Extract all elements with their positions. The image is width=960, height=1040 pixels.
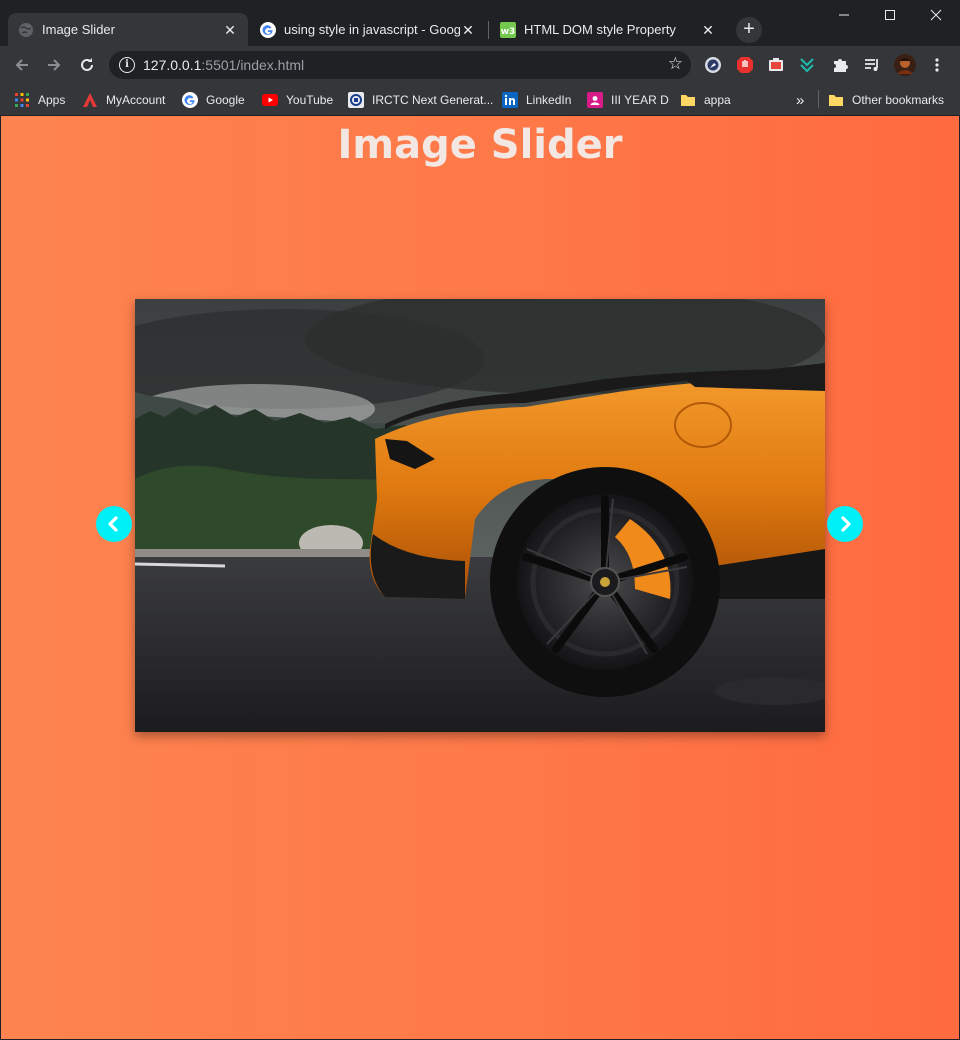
extension-adblock-icon[interactable]	[735, 55, 755, 75]
tab-separator	[488, 21, 489, 39]
bookmark-apps[interactable]: Apps	[14, 89, 65, 111]
bookmark-label: LinkedIn	[526, 93, 572, 107]
address-bar[interactable]: i 127.0.0.1:5501/index.html ☆	[109, 51, 691, 79]
chevron-double-right-icon: »	[796, 91, 805, 109]
page-body: Image Slider	[1, 116, 959, 1039]
bookmark-label: Google	[206, 93, 245, 107]
tab-image-slider[interactable]: Image Slider ✕	[8, 13, 248, 46]
bookmark-label: MyAccount	[106, 93, 166, 107]
back-arrow-icon	[15, 59, 28, 71]
bookmark-label: appa	[704, 93, 731, 107]
forward-button[interactable]	[40, 51, 68, 79]
w3schools-icon: w3	[500, 21, 516, 38]
back-button[interactable]	[8, 51, 36, 79]
bookmark-youtube[interactable]: YouTube	[262, 89, 333, 111]
bookmark-label: Apps	[38, 93, 66, 107]
tab-title: using style in javascript - Google	[284, 22, 460, 37]
linkedin-icon	[502, 92, 518, 108]
browser-toolbar: i 127.0.0.1:5501/index.html ☆	[0, 46, 960, 84]
car-photo	[135, 299, 825, 732]
bookmark-star-icon[interactable]: ☆	[668, 54, 683, 74]
tab-html-dom-style[interactable]: w3 HTML DOM style Property ✕	[490, 13, 726, 46]
close-window-button[interactable]	[913, 0, 959, 30]
myaccount-icon	[82, 92, 98, 108]
reload-icon	[81, 58, 93, 71]
browser-menu-icon[interactable]	[927, 55, 947, 75]
minimize-button[interactable]	[821, 0, 867, 30]
folder-icon	[680, 92, 696, 108]
other-bookmarks[interactable]: Other bookmarks	[828, 89, 944, 111]
svg-text:w3: w3	[501, 27, 516, 37]
close-tab-icon[interactable]: ✕	[700, 22, 716, 38]
youtube-icon	[262, 92, 278, 108]
bookmarks-overflow-button[interactable]: »	[796, 89, 804, 111]
address-url[interactable]: 127.0.0.1:5501/index.html	[143, 57, 304, 73]
bookmarks-bar: Apps MyAccount Google YouTube IRCTC Next…	[0, 84, 960, 116]
bookmark-irctc[interactable]: IRCTC Next Generat...	[348, 89, 493, 111]
apps-grid-icon	[14, 92, 30, 108]
bookmark-label: YouTube	[286, 93, 334, 107]
next-slide-button[interactable]	[827, 506, 863, 542]
globe-icon	[18, 22, 34, 38]
bookmarks-separator	[818, 90, 819, 108]
profile-avatar[interactable]	[894, 54, 916, 76]
bookmark-myaccount[interactable]: MyAccount	[82, 89, 165, 111]
previous-slide-button[interactable]	[96, 506, 132, 542]
extension-teal-icon[interactable]	[797, 55, 817, 75]
classroom-icon	[587, 92, 603, 108]
close-tab-icon[interactable]: ✕	[460, 22, 476, 38]
browser-chrome: Image Slider ✕ using style in javascript…	[0, 0, 960, 116]
bookmark-iii-year-d[interactable]: III YEAR D	[587, 89, 669, 111]
extension-compass-icon[interactable]	[703, 55, 723, 75]
tab-google-search[interactable]: using style in javascript - Google ✕	[250, 13, 486, 46]
tab-title: HTML DOM style Property	[524, 22, 676, 37]
tab-strip: Image Slider ✕ using style in javascript…	[0, 0, 960, 46]
maximize-button[interactable]	[867, 0, 913, 30]
bookmark-appa[interactable]: appa	[680, 89, 731, 111]
bookmark-linkedin[interactable]: LinkedIn	[502, 89, 571, 111]
google-icon	[182, 92, 198, 108]
other-bookmarks-label: Other bookmarks	[852, 93, 945, 107]
extension-screenshot-icon[interactable]	[766, 55, 786, 75]
bookmark-google[interactable]: Google	[182, 89, 245, 111]
reload-button[interactable]	[73, 51, 101, 79]
page-heading: Image Slider	[337, 122, 623, 168]
bookmark-label: III YEAR D	[611, 93, 669, 107]
media-control-icon[interactable]	[862, 55, 882, 75]
chevron-left-icon	[108, 516, 118, 532]
site-info-icon[interactable]: i	[119, 57, 135, 73]
folder-icon	[828, 92, 844, 108]
chevron-right-icon	[841, 516, 851, 532]
close-tab-icon[interactable]: ✕	[222, 22, 238, 38]
google-icon	[260, 21, 276, 38]
new-tab-button[interactable]: +	[736, 17, 762, 43]
extensions-puzzle-icon[interactable]	[830, 55, 850, 75]
forward-arrow-icon	[48, 59, 61, 71]
irctc-icon	[348, 92, 364, 108]
slider-image-car	[135, 299, 825, 732]
tab-title: Image Slider	[42, 22, 115, 37]
bookmark-label: IRCTC Next Generat...	[372, 93, 494, 107]
